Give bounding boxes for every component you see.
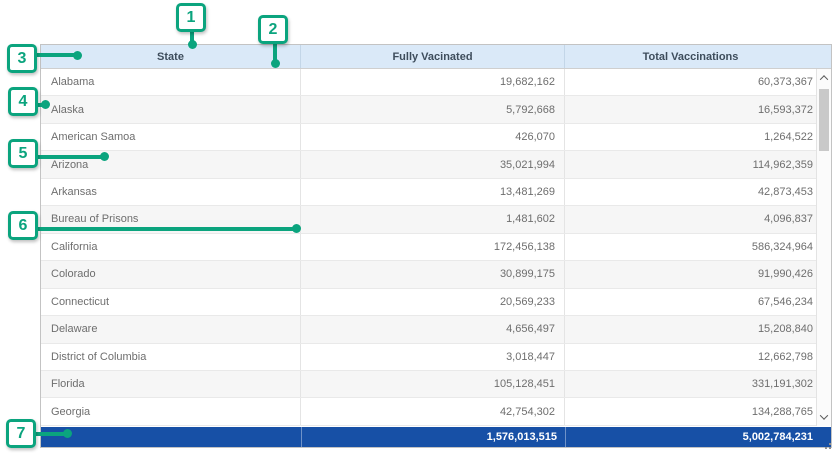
cell-total-vaccinations: 60,373,367 (565, 69, 816, 95)
cell-state: Georgia (41, 398, 301, 424)
annotation-callout-7: 7 (6, 419, 36, 448)
resize-grip-icon[interactable] (821, 442, 833, 453)
table-row[interactable]: California172,456,138586,324,964 (41, 234, 816, 261)
totals-fully-vaccinated: 1,576,013,515 (301, 427, 565, 447)
annotation-dot-3 (73, 51, 82, 60)
annotation-connector-6 (36, 227, 296, 231)
annotation-dot-6 (292, 224, 301, 233)
table-header-row: State Fully Vacinated Total Vaccinations (41, 45, 831, 69)
cell-total-vaccinations: 4,096,837 (565, 206, 816, 232)
column-header-total-vaccinations[interactable]: Total Vaccinations (565, 45, 816, 68)
cell-fully-vaccinated: 172,456,138 (301, 234, 565, 260)
cell-state: American Samoa (41, 124, 301, 150)
data-table: State Fully Vacinated Total Vaccinations… (40, 44, 832, 448)
cell-total-vaccinations: 1,264,522 (565, 124, 816, 150)
cell-state: Alaska (41, 96, 301, 122)
cell-total-vaccinations: 91,990,426 (565, 261, 816, 287)
table-row[interactable]: Arkansas13,481,26942,873,453 (41, 179, 816, 206)
annotation-callout-1: 1 (176, 3, 206, 32)
table-row[interactable]: District of Columbia3,018,44712,662,798 (41, 344, 816, 371)
cell-fully-vaccinated: 13,481,269 (301, 179, 565, 205)
scrollbar-thumb[interactable] (819, 89, 829, 151)
table-row[interactable]: Florida105,128,451331,191,302 (41, 371, 816, 398)
annotation-dot-4 (41, 100, 50, 109)
cell-total-vaccinations: 67,546,234 (565, 289, 816, 315)
annotation-connector-3 (36, 53, 77, 57)
scroll-down-button[interactable] (817, 410, 831, 424)
cell-total-vaccinations: 331,191,302 (565, 371, 816, 397)
table-row[interactable]: Delaware4,656,49715,208,840 (41, 316, 816, 343)
cell-state: Colorado (41, 261, 301, 287)
chevron-down-icon (820, 411, 828, 419)
table-row[interactable]: Georgia42,754,302134,288,765 (41, 398, 816, 425)
cell-fully-vaccinated: 426,070 (301, 124, 565, 150)
totals-total-vaccinations: 5,002,784,231 (565, 427, 831, 447)
annotation-callout-5: 5 (8, 139, 38, 168)
column-header-fully-vaccinated[interactable]: Fully Vacinated (301, 45, 565, 68)
cell-state: District of Columbia (41, 344, 301, 370)
annotation-callout-3: 3 (7, 44, 37, 73)
annotation-callout-4: 4 (8, 87, 38, 116)
cell-fully-vaccinated: 4,656,497 (301, 316, 565, 342)
totals-state-cell (41, 427, 301, 447)
cell-total-vaccinations: 15,208,840 (565, 316, 816, 342)
table-row[interactable]: Connecticut20,569,23367,546,234 (41, 289, 816, 316)
cell-fully-vaccinated: 5,792,668 (301, 96, 565, 122)
totals-row: 1,576,013,515 5,002,784,231 (41, 427, 831, 447)
cell-total-vaccinations: 12,662,798 (565, 344, 816, 370)
cell-fully-vaccinated: 20,569,233 (301, 289, 565, 315)
cell-total-vaccinations: 16,593,372 (565, 96, 816, 122)
cell-state: Alabama (41, 69, 301, 95)
cell-fully-vaccinated: 19,682,162 (301, 69, 565, 95)
cell-total-vaccinations: 586,324,964 (565, 234, 816, 260)
cell-fully-vaccinated: 3,018,447 (301, 344, 565, 370)
scroll-up-button[interactable] (817, 71, 831, 85)
chevron-up-icon (820, 75, 828, 83)
cell-fully-vaccinated: 42,754,302 (301, 398, 565, 424)
annotation-dot-7 (63, 429, 72, 438)
cell-state: Florida (41, 371, 301, 397)
cell-total-vaccinations: 42,873,453 (565, 179, 816, 205)
table-row[interactable]: Alabama19,682,16260,373,367 (41, 69, 816, 96)
table-row[interactable]: American Samoa426,0701,264,522 (41, 124, 816, 151)
cell-fully-vaccinated: 30,899,175 (301, 261, 565, 287)
table-body: Alabama19,682,16260,373,367Alaska5,792,6… (41, 69, 816, 426)
annotation-dot-1 (188, 40, 197, 49)
vertical-scrollbar[interactable] (816, 69, 831, 426)
cell-state: Connecticut (41, 289, 301, 315)
cell-fully-vaccinated: 35,021,994 (301, 151, 565, 177)
cell-state: California (41, 234, 301, 260)
cell-state: Delaware (41, 316, 301, 342)
cell-total-vaccinations: 134,288,765 (565, 398, 816, 424)
cell-state: Arkansas (41, 179, 301, 205)
table-row[interactable]: Arizona35,021,994114,962,359 (41, 151, 816, 178)
list-table-report: State Fully Vacinated Total Vaccinations… (0, 0, 833, 453)
annotation-connector-5 (36, 155, 104, 159)
table-row[interactable]: Alaska5,792,66816,593,372 (41, 96, 816, 123)
table-row[interactable]: Colorado30,899,17591,990,426 (41, 261, 816, 288)
cell-total-vaccinations: 114,962,359 (565, 151, 816, 177)
annotation-dot-5 (100, 152, 109, 161)
annotation-callout-6: 6 (8, 211, 38, 240)
annotation-callout-2: 2 (258, 15, 288, 44)
cell-fully-vaccinated: 105,128,451 (301, 371, 565, 397)
annotation-dot-2 (271, 59, 280, 68)
cell-fully-vaccinated: 1,481,602 (301, 206, 565, 232)
